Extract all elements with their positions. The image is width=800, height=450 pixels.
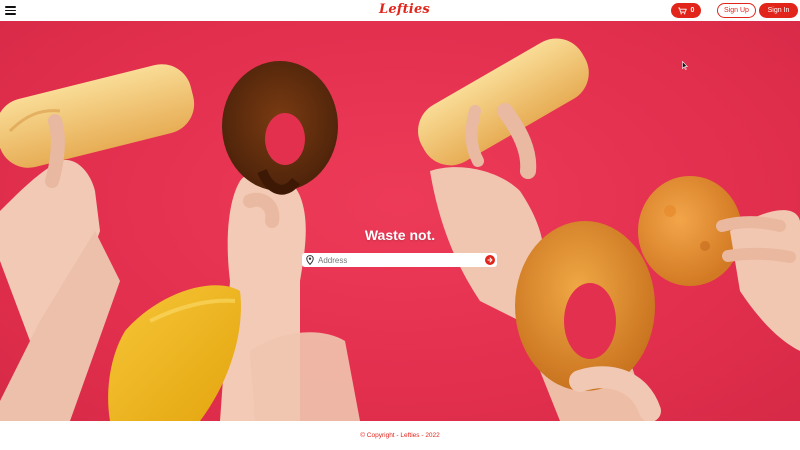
mouse-cursor-icon: [682, 61, 688, 70]
sign-up-button[interactable]: Sign Up: [717, 3, 756, 18]
sign-in-button[interactable]: Sign In: [759, 3, 798, 18]
hamburger-menu-icon[interactable]: [4, 4, 17, 17]
copyright-text: © Copyright - Lefties - 2022: [360, 432, 440, 439]
top-navbar: Lefties 0 Sign Up Sign In: [0, 0, 800, 21]
hero-food-image: [0, 38, 800, 421]
arrow-right-icon: [487, 257, 493, 263]
cart-button[interactable]: 0: [671, 3, 701, 18]
cart-icon: [677, 7, 687, 14]
cart-count: 0: [690, 7, 695, 14]
map-pin-icon: [305, 254, 315, 266]
address-search-bar: [302, 253, 497, 267]
address-input[interactable]: [315, 254, 485, 266]
address-submit-button[interactable]: [485, 255, 495, 265]
footer: © Copyright - Lefties - 2022: [0, 421, 800, 450]
brand-logo[interactable]: Lefties: [379, 2, 430, 18]
hero-banner: Waste not.: [0, 21, 800, 421]
hero-tagline: Waste not.: [364, 227, 436, 243]
